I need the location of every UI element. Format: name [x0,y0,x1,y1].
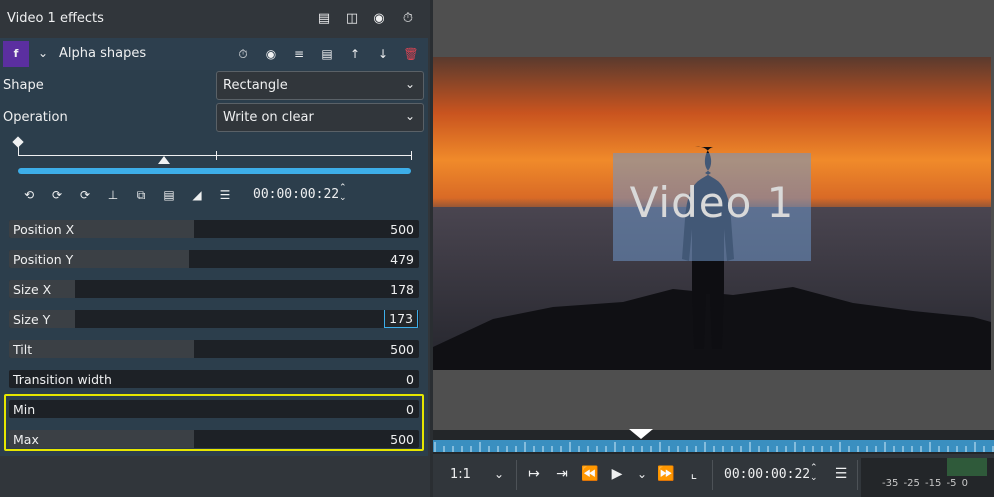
paste-icon[interactable]: ▤ [160,187,178,203]
chevron-down-icon[interactable]: ⌄ [632,465,652,483]
ruler-ticks [434,442,994,452]
param-value: 479 [390,252,414,267]
audio-meter-scale: -35 -25 -15 -5 0 [882,478,969,489]
menu-icon[interactable]: ☰ [831,465,851,483]
timer-icon[interactable]: ⏱ [399,10,417,28]
param-label: Position Y [13,252,74,267]
param-value[interactable]: 173 [384,310,418,328]
move-up-icon[interactable]: ↑ [346,45,364,63]
crop-icon[interactable]: ⌞ [684,465,704,483]
stamp-icon[interactable]: ⊥ [104,187,122,203]
toolbar-separator [516,460,517,490]
title-overlay-text: Video 1 [629,178,795,227]
param-value: 0 [406,372,414,387]
shape-select[interactable]: Rectangle ⌄ [216,71,424,100]
param-value: 178 [390,282,414,297]
ruler-tick [411,151,412,160]
param-label: Size Y [13,312,51,327]
keyframe-zone-bar[interactable] [18,168,411,174]
save-icon[interactable]: ▤ [318,45,336,63]
keyframe-timecode[interactable]: 00:00:00:22 [253,187,339,202]
eye-icon[interactable]: ◉ [262,45,280,63]
monitor-playhead[interactable] [629,429,653,439]
param-slider-size-x[interactable]: Size X 178 [9,280,419,298]
ruler-playhead[interactable] [158,156,170,164]
delete-icon[interactable]: 🗑 [402,45,420,63]
toolbar-separator [857,460,858,490]
param-slider-size-y[interactable]: Size Y 173 [9,310,419,328]
param-label: Transition width [13,372,112,387]
menu-icon[interactable]: ☰ [216,187,234,203]
audio-level-indicator [947,458,987,476]
rewind-icon[interactable]: ⏪ [580,465,600,483]
shape-select-value: Rectangle [223,78,288,93]
operation-select[interactable]: Write on clear ⌄ [216,103,424,132]
move-down-icon[interactable]: ↓ [374,45,392,63]
param-label: Size X [13,282,52,297]
monitor-timecode[interactable]: 00:00:00:22 [724,467,810,482]
copy-icon[interactable]: ⧉ [132,187,150,203]
param-value: 500 [390,342,414,357]
collapse-chevron-icon[interactable]: ⌄ [38,46,48,60]
fast-forward-icon[interactable]: ⏩ [656,465,676,483]
zoom-select[interactable]: 1:1 [450,467,471,482]
eye-icon[interactable]: ◉ [370,10,388,28]
set-zone-in-icon[interactable]: ↦ [524,465,544,483]
set-zone-out-icon[interactable]: ⇥ [552,465,572,483]
monitor-timeline-ruler[interactable] [433,440,994,452]
operation-select-value: Write on clear [223,110,314,125]
param-label: Position X [13,222,75,237]
chevron-down-icon: ⌄ [404,77,415,91]
effect-name: Alpha shapes [59,46,147,61]
toolbar-separator [712,460,713,490]
operation-label: Operation [3,110,68,125]
param-slider-tilt[interactable]: Tilt 500 [9,340,419,358]
timer-icon[interactable]: ⏱ [234,45,252,63]
interpolation-icon[interactable]: ◢ [188,187,206,203]
highlight-box [4,394,424,451]
panel-title: Video 1 effects [7,11,104,26]
play-icon[interactable]: ▶ [607,465,627,483]
effects-panel-header: Video 1 effects ▤ ◫ ◉ ⏱ [0,0,430,38]
chevron-down-icon[interactable]: ⌄ [494,467,504,481]
param-label: Tilt [13,342,33,357]
next-keyframe-icon[interactable]: ⟳ [76,187,94,203]
param-slider-position-x[interactable]: Position X 500 [9,220,419,238]
spin-arrows-icon[interactable]: ⌃ ⌄ [339,183,347,203]
param-slider-position-y[interactable]: Position Y 479 [9,250,419,268]
param-value: 500 [390,222,414,237]
add-keyframe-icon[interactable]: ⟳ [48,187,66,203]
shape-label: Shape [3,78,44,93]
previous-keyframe-icon[interactable]: ⟲ [20,187,38,203]
slider-fill [9,340,194,358]
effect-badge: f [3,41,29,67]
chevron-down-icon: ⌄ [404,109,415,123]
keyframe-ruler[interactable] [18,155,411,156]
split-compare-icon[interactable]: ◫ [343,10,361,28]
param-slider-transition-width[interactable]: Transition width 0 [9,370,419,388]
sliders-icon[interactable]: ≡ [290,45,308,63]
save-stack-icon[interactable]: ▤ [315,10,333,28]
ruler-tick [216,151,217,160]
spin-arrows-icon[interactable]: ⌃ ⌄ [810,463,818,483]
